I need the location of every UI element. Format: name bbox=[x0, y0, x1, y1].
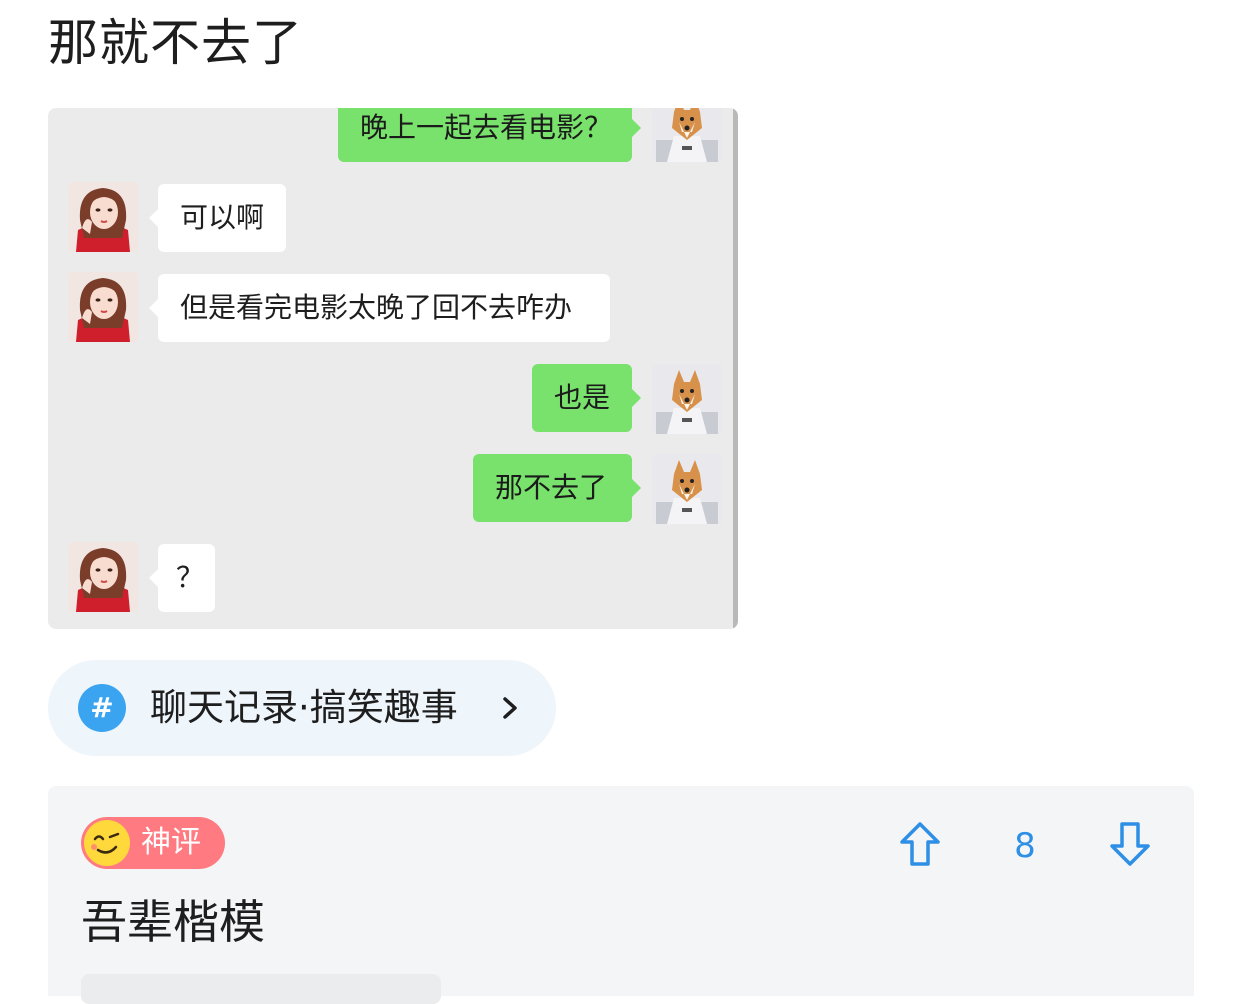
dog-avatar bbox=[652, 454, 722, 524]
comment-card: 神评 8 吾辈楷模 bbox=[48, 786, 1194, 1004]
chat-bubble-incoming: 但是看完电影太晚了回不去咋办 bbox=[149, 274, 610, 342]
vote-count: 8 bbox=[1014, 826, 1036, 866]
upvote-arrow-icon[interactable] bbox=[898, 820, 942, 868]
girl-avatar bbox=[68, 542, 138, 612]
chat-message-text: 也是 bbox=[554, 381, 611, 414]
chat-screenshot[interactable]: 晚上一起去看电影？ 可以啊 但是看完电影太晚了回不去咋办 也是 那不去了 ？ bbox=[48, 108, 738, 629]
topic-chip[interactable]: # 聊天记录·搞笑趣事 bbox=[48, 660, 556, 756]
chat-message-text: 那不去了 bbox=[495, 471, 608, 504]
chevron-right-icon bbox=[503, 697, 517, 719]
chat-bubble-outgoing: 晚上一起去看电影？ bbox=[338, 108, 641, 162]
hot-comment-badge: 神评 bbox=[81, 817, 225, 869]
dog-avatar bbox=[652, 364, 722, 434]
chat-message-text: 可以啊 bbox=[180, 201, 265, 234]
chat-scrollbar bbox=[733, 108, 738, 629]
chat-bubble-incoming: ？ bbox=[149, 544, 215, 612]
comment-text: 吾辈楷模 bbox=[81, 895, 265, 949]
badge-label: 神评 bbox=[141, 825, 201, 860]
topic-label: 聊天记录·搞笑趣事 bbox=[150, 686, 458, 729]
chat-message-text: ？ bbox=[176, 561, 205, 594]
girl-avatar bbox=[68, 272, 138, 342]
post-title: 那就不去了 bbox=[48, 14, 303, 72]
chat-message-text: 晚上一起去看电影？ bbox=[360, 111, 613, 144]
girl-avatar bbox=[68, 182, 138, 252]
downvote-arrow-icon[interactable] bbox=[1108, 820, 1152, 868]
chat-message-text: 但是看完电影太晚了回不去咋办 bbox=[180, 291, 573, 324]
chat-bubble-incoming: 可以啊 bbox=[149, 184, 286, 252]
hash-icon: # bbox=[78, 684, 126, 732]
dog-avatar bbox=[652, 108, 722, 162]
chat-bubble-outgoing: 也是 bbox=[532, 364, 641, 432]
smiley-icon bbox=[84, 820, 130, 866]
comment-reply-preview bbox=[81, 974, 441, 1004]
chat-bubble-outgoing: 那不去了 bbox=[473, 454, 641, 522]
